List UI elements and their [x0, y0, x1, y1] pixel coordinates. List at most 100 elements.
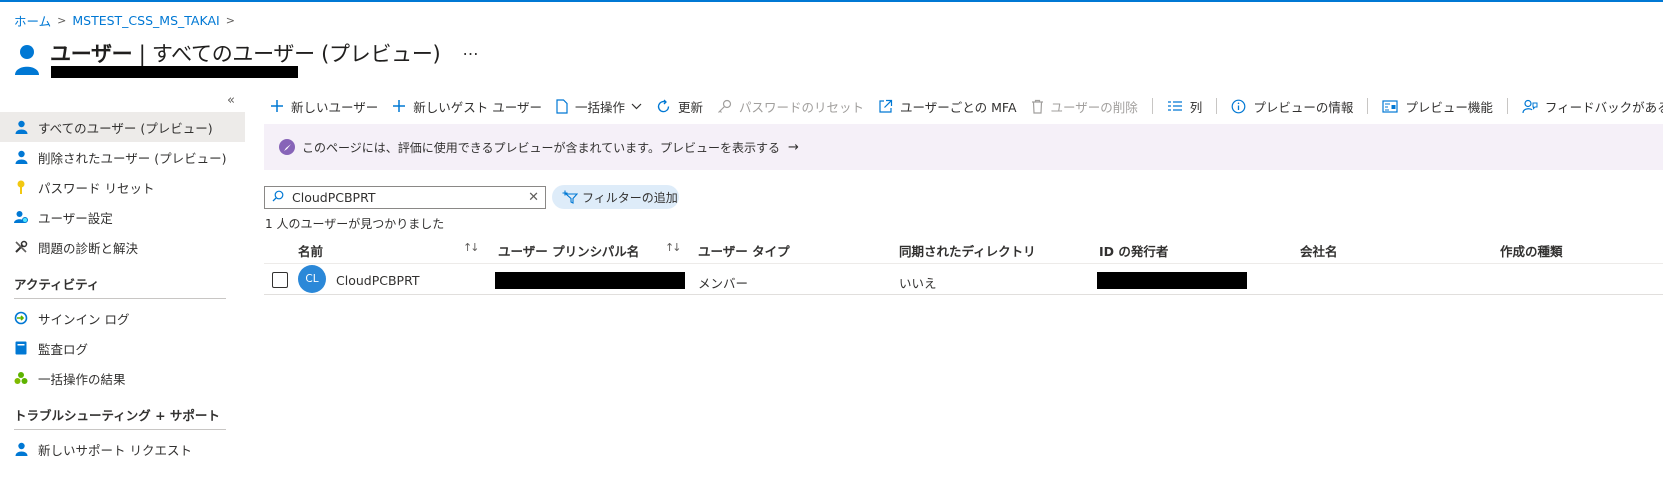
sidebar-item-label: 削除されたユーザー (プレビュー)	[38, 150, 227, 166]
column-header-issuer[interactable]: ID の発行者	[1099, 241, 1168, 260]
sidebar-item-password-reset[interactable]: パスワード リセット	[0, 172, 245, 202]
column-header-upn[interactable]: ユーザー プリンシパル名	[498, 241, 639, 260]
user-settings-icon	[14, 210, 28, 224]
section-activity-title: アクティビティ	[14, 277, 100, 292]
column-header-creation-type[interactable]: 作成の種類	[1500, 241, 1563, 260]
add-filter-button[interactable]: フィルターの追加	[552, 185, 679, 209]
breadcrumb: ホーム > MSTEST_CSS_MS_TAKAI >	[14, 11, 235, 30]
sidebar-item-label: サインイン ログ	[38, 311, 130, 327]
collapse-sidebar-button[interactable]: «	[227, 93, 235, 108]
new-user-button[interactable]: 新しいユーザー	[270, 97, 378, 116]
sidebar-item-signin-log[interactable]: サインイン ログ	[0, 303, 245, 333]
avatar: CL	[298, 265, 326, 293]
section-troubleshooting-title: トラブルシューティング + サポート	[14, 408, 220, 423]
user-icon	[14, 150, 28, 164]
page-title: ユーザー | すべてのユーザー (プレビュー)	[50, 42, 441, 66]
sidebar-item-label: 新しいサポート リクエスト	[38, 442, 192, 458]
preview-features-button[interactable]: プレビュー機能	[1382, 97, 1493, 116]
preview-banner[interactable]: このページには、評価に使用できるプレビューが含まれています。プレビューを表示する…	[264, 124, 1663, 170]
rocket-icon	[279, 139, 295, 155]
sidebar-item-bulk-results[interactable]: 一括操作の結果	[0, 363, 245, 393]
user-icon	[14, 120, 28, 134]
chevron-down-icon	[631, 103, 642, 110]
sidebar-item-audit-log[interactable]: 監査ログ	[0, 333, 245, 363]
table-header: 名前 ↑↓ ユーザー プリンシパル名 ↑↓ ユーザー タイプ 同期されたディレク…	[264, 236, 1663, 264]
divider	[1506, 98, 1508, 114]
sidebar-item-label: 一括操作の結果	[38, 371, 126, 387]
info-icon	[1231, 99, 1246, 114]
feedback-button[interactable]: フィードバックがある場合	[1522, 97, 1663, 116]
redacted-issuer	[1097, 272, 1247, 289]
delete-user-button[interactable]: ユーザーの削除	[1031, 97, 1138, 116]
new-guest-user-button[interactable]: 新しいゲスト ユーザー	[392, 97, 542, 116]
sidebar-item-deleted-users[interactable]: 削除されたユーザー (プレビュー)	[0, 142, 245, 172]
sidebar-item-label: すべてのユーザー (プレビュー)	[38, 120, 213, 136]
sidebar-item-label: ユーザー設定	[38, 210, 113, 226]
columns-icon	[1167, 100, 1183, 112]
user-type-cell: メンバー	[698, 276, 749, 291]
refresh-icon	[656, 99, 671, 114]
column-header-name[interactable]: 名前	[298, 241, 323, 260]
divider	[1151, 98, 1153, 114]
sidebar-item-diagnose[interactable]: 問題の診断と解決	[0, 232, 245, 262]
command-bar: 新しいユーザー 新しいゲスト ユーザー 一括操作 更新 パスワードのリセット ユ…	[270, 95, 1663, 117]
table-row[interactable]: CL CloudPCBPRT メンバー いいえ	[264, 264, 1663, 295]
reset-password-button[interactable]: パスワードのリセット	[717, 97, 864, 116]
sidebar-item-label: 問題の診断と解決	[38, 240, 139, 256]
user-name-link[interactable]: CloudPCBPRT	[336, 273, 420, 288]
feedback-icon	[1522, 99, 1538, 114]
preview-info-button[interactable]: プレビューの情報	[1231, 97, 1353, 116]
banner-text: このページには、評価に使用できるプレビューが含まれています。プレビューを表示する	[302, 140, 780, 155]
divider	[1216, 98, 1218, 114]
key-icon	[14, 180, 28, 194]
search-icon	[272, 190, 284, 205]
plus-icon	[392, 99, 406, 113]
support-icon	[14, 442, 28, 456]
divider	[14, 298, 226, 299]
column-header-user-type[interactable]: ユーザー タイプ	[698, 241, 790, 260]
divider	[14, 429, 226, 430]
plus-icon	[270, 99, 284, 113]
sidebar-item-label: パスワード リセット	[38, 180, 155, 196]
sidebar-item-all-users[interactable]: すべてのユーザー (プレビュー)	[0, 112, 245, 142]
sidebar-item-new-support-request[interactable]: 新しいサポート リクエスト	[0, 434, 245, 464]
bulk-operations-button[interactable]: 一括操作	[556, 97, 642, 116]
chevron-right-icon: >	[225, 14, 235, 27]
document-icon	[556, 98, 568, 114]
preview-features-icon	[1382, 99, 1398, 113]
search-box: ✕	[264, 186, 546, 209]
chevron-right-icon: >	[57, 14, 67, 27]
sidebar-item-label: 監査ログ	[38, 341, 89, 357]
key-icon	[717, 99, 732, 114]
row-checkbox[interactable]	[272, 272, 288, 288]
user-icon	[14, 42, 40, 76]
search-input[interactable]	[292, 190, 522, 205]
arrow-right-icon: →	[787, 139, 799, 155]
column-header-company[interactable]: 会社名	[1300, 241, 1338, 260]
sort-icon[interactable]: ↑↓	[463, 241, 480, 254]
wrench-icon	[14, 240, 28, 254]
breadcrumb-home[interactable]: ホーム	[14, 11, 51, 30]
redacted-upn	[495, 272, 685, 289]
external-link-icon	[878, 99, 893, 114]
redacted-subtitle	[51, 66, 298, 78]
per-user-mfa-button[interactable]: ユーザーごとの MFA	[878, 97, 1017, 116]
refresh-button[interactable]: 更新	[656, 97, 703, 116]
sidebar: すべてのユーザー (プレビュー) 削除されたユーザー (プレビュー) パスワード…	[0, 112, 245, 464]
sidebar-item-user-settings[interactable]: ユーザー設定	[0, 202, 245, 232]
sort-icon[interactable]: ↑↓	[665, 241, 682, 254]
more-options-button[interactable]: …	[462, 40, 478, 59]
result-count: 1 人のユーザーが見つかりました	[265, 217, 445, 231]
breadcrumb-tenant[interactable]: MSTEST_CSS_MS_TAKAI	[72, 13, 219, 28]
columns-button[interactable]: 列	[1167, 97, 1202, 116]
bulk-results-icon	[14, 371, 28, 385]
synced-directory-cell: いいえ	[899, 276, 937, 291]
audit-log-icon	[14, 341, 28, 355]
top-accent-line	[0, 0, 1663, 2]
divider	[1367, 98, 1369, 114]
signin-icon	[14, 311, 28, 325]
clear-search-icon[interactable]: ✕	[528, 190, 539, 205]
column-header-synced[interactable]: 同期されたディレクトリ	[899, 241, 1036, 260]
trash-icon	[1031, 99, 1044, 114]
filter-add-icon	[562, 190, 578, 204]
